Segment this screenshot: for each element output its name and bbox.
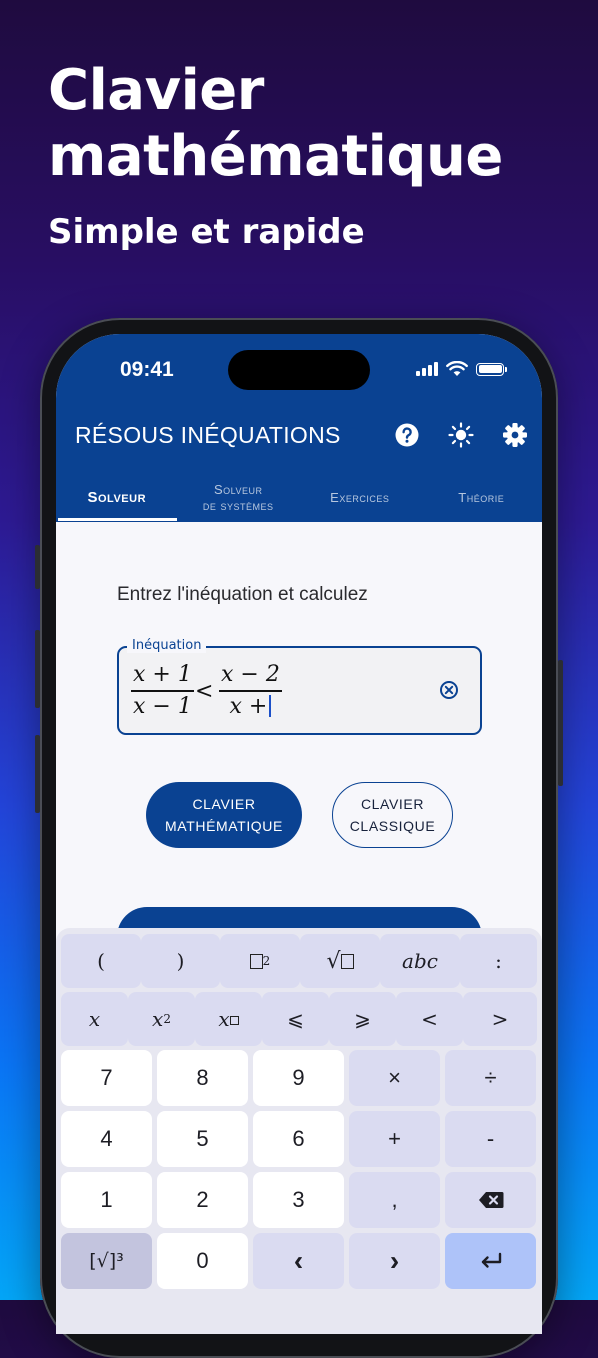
key-4[interactable]: 4 <box>61 1111 152 1167</box>
key-minus[interactable]: - <box>445 1111 536 1167</box>
math-keyboard-line2: MATHÉMATIQUE <box>165 818 283 834</box>
phone-volume-up <box>35 630 40 708</box>
backspace-icon <box>478 1192 503 1208</box>
keyboard-row-6: [√]³ 0 ‹ › <box>61 1233 536 1289</box>
less-than-operator: < <box>195 679 214 704</box>
app-title: RÉSOUS INÉQUATIONS <box>75 422 341 448</box>
key-abc[interactable]: abc <box>380 934 460 988</box>
keyboard-row-2: x x2 x ⩽ ⩾ < > <box>61 992 537 1046</box>
key-6[interactable]: 6 <box>253 1111 344 1167</box>
classic-keyboard-line2: CLASSIQUE <box>349 818 436 834</box>
key-plus[interactable]: + <box>349 1111 440 1167</box>
keyboard-row-4: 4 5 6 + - <box>61 1111 536 1167</box>
tab-indicator <box>58 518 177 521</box>
key-enter[interactable] <box>445 1233 536 1289</box>
key-comma[interactable]: , <box>349 1172 440 1228</box>
key-greater-equal[interactable]: ⩾ <box>329 992 396 1046</box>
enter-icon <box>481 1252 501 1268</box>
key-less-than[interactable]: < <box>396 992 463 1046</box>
key-multiply[interactable]: × <box>349 1050 440 1106</box>
app-bar: 09:41 RÉSOUS INÉQUATIONS Solveur Solveur… <box>56 334 542 522</box>
key-1[interactable]: 1 <box>61 1172 152 1228</box>
math-keyboard-line1: CLAVIER <box>192 796 256 812</box>
brightness-icon[interactable] <box>448 422 474 448</box>
cellular-signal-icon <box>416 362 438 376</box>
key-8[interactable]: 8 <box>157 1050 248 1106</box>
key-open-paren[interactable]: ( <box>61 934 141 988</box>
status-icons <box>416 361 507 377</box>
tab-exercices[interactable]: Exercices <box>299 474 421 522</box>
prompt-text: Entrez l'inéquation et calculez <box>117 584 368 605</box>
key-backspace[interactable] <box>445 1172 536 1228</box>
tab-bar: Solveur Solveur de systèmes Exercices Thé… <box>56 474 542 522</box>
inequation-field[interactable]: Inéquation x + 1 x − 1 < x − 2 x + <box>117 638 482 735</box>
math-keyboard: ( ) 2 √ abc : x x2 x ⩽ ⩾ < > 7 8 9 × ÷ 4 <box>56 928 542 1334</box>
key-sqrt[interactable]: √ <box>300 934 380 988</box>
settings-icon[interactable] <box>502 422 528 448</box>
key-0[interactable]: 0 <box>157 1233 248 1289</box>
dynamic-island <box>228 350 370 390</box>
key-divide[interactable]: ÷ <box>445 1050 536 1106</box>
promo-title: Clavier mathématique <box>48 58 503 189</box>
key-greater-than[interactable]: > <box>463 992 537 1046</box>
phone-power-button <box>558 660 563 786</box>
key-less-equal[interactable]: ⩽ <box>262 992 329 1046</box>
tab-theorie[interactable]: Théorie <box>421 474 543 522</box>
phone-volume-down <box>35 735 40 813</box>
status-time: 09:41 <box>120 358 174 381</box>
clear-icon[interactable] <box>439 680 459 700</box>
key-7[interactable]: 7 <box>61 1050 152 1106</box>
key-3[interactable]: 3 <box>253 1172 344 1228</box>
key-x[interactable]: x <box>61 992 128 1046</box>
tab-solveur[interactable]: Solveur <box>56 474 178 522</box>
keyboard-row-5: 1 2 3 , <box>61 1172 536 1228</box>
classic-keyboard-button[interactable]: CLAVIER CLASSIQUE <box>332 782 453 848</box>
classic-keyboard-line1: CLAVIER <box>360 796 425 812</box>
field-label: Inéquation <box>127 638 207 653</box>
left-denominator: x − 1 <box>133 693 192 719</box>
promo-subtitle: Simple et rapide <box>48 212 365 252</box>
text-caret <box>269 694 272 717</box>
keyboard-row-3: 7 8 9 × ÷ <box>61 1050 536 1106</box>
key-more-functions[interactable]: [√]³ <box>61 1233 152 1289</box>
tab-label-line1: Solveur <box>213 482 263 497</box>
right-fraction: x − 2 x + <box>219 662 282 720</box>
phone-side-button <box>35 545 40 589</box>
keyboard-row-1: ( ) 2 √ abc : <box>61 934 537 988</box>
battery-icon <box>476 362 507 376</box>
right-numerator: x − 2 <box>221 662 280 687</box>
key-x-power[interactable]: x <box>195 992 262 1046</box>
key-close-paren[interactable]: ) <box>141 934 220 988</box>
key-cursor-left[interactable]: ‹ <box>253 1233 344 1289</box>
phone-screen: 09:41 RÉSOUS INÉQUATIONS Solveur Solveur… <box>56 334 542 1334</box>
left-numerator: x + 1 <box>133 662 192 687</box>
key-5[interactable]: 5 <box>157 1111 248 1167</box>
math-keyboard-button[interactable]: CLAVIER MATHÉMATIQUE <box>146 782 302 848</box>
key-square[interactable]: 2 <box>220 934 300 988</box>
help-icon[interactable] <box>394 422 420 448</box>
left-fraction: x + 1 x − 1 <box>131 662 194 720</box>
tab-solveur-systemes[interactable]: Solveur de systèmes <box>178 474 300 522</box>
right-denominator-wrap: x + <box>227 694 273 720</box>
key-colon[interactable]: : <box>460 934 537 988</box>
tab-label-line2: de systèmes <box>202 498 274 513</box>
key-x-squared[interactable]: x2 <box>128 992 195 1046</box>
right-denominator: x + <box>229 693 268 719</box>
key-2[interactable]: 2 <box>157 1172 248 1228</box>
key-9[interactable]: 9 <box>253 1050 344 1106</box>
key-cursor-right[interactable]: › <box>349 1233 440 1289</box>
wifi-icon <box>446 361 468 376</box>
